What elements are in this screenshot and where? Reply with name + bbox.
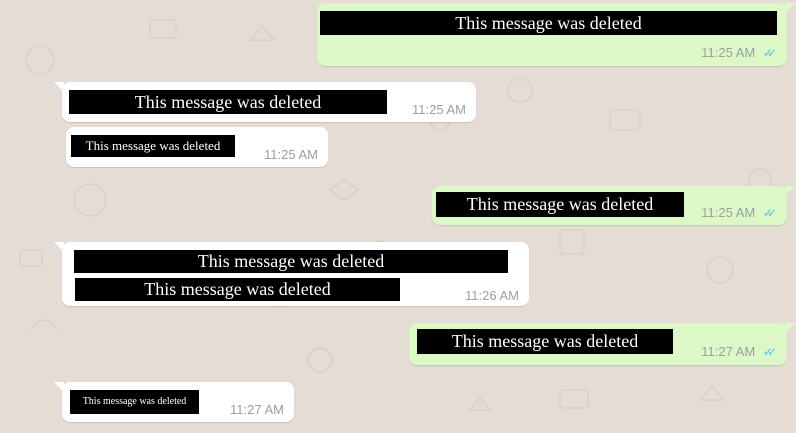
bubble-tail: [54, 82, 64, 92]
message-bubble-incoming[interactable]: This message was deleted 11:25 AM: [54, 82, 476, 122]
deleted-message-text: This message was deleted: [417, 329, 673, 354]
deleted-message-text: This message was deleted: [71, 135, 235, 157]
deleted-message-text: This message was deleted: [69, 90, 387, 114]
bubble-tail: [785, 186, 795, 196]
deleted-message-text: This message was deleted: [436, 192, 684, 217]
message-bubble-outgoing[interactable]: This message was deleted 11:25 AM ✓✓: [432, 186, 795, 225]
deleted-message-text: This message was deleted: [70, 390, 199, 414]
message-bubble-incoming[interactable]: This message was deleted This message wa…: [54, 242, 529, 306]
message-timestamp: 11:25 AM: [701, 205, 756, 220]
message-timestamp: 11:26 AM: [465, 288, 519, 303]
message-bubble-outgoing[interactable]: This message was deleted 11:27 AM ✓✓: [409, 323, 795, 365]
message-timestamp: 11:25 AM: [701, 45, 756, 60]
message-timestamp: 11:25 AM: [412, 102, 466, 117]
deleted-message-text: This message was deleted: [320, 11, 777, 35]
bubble-tail: [785, 323, 795, 333]
message-timestamp: 11:27 AM: [701, 344, 756, 359]
message-timestamp: 11:25 AM: [264, 147, 318, 162]
message-meta: 11:25 AM ✓✓: [701, 45, 777, 60]
double-check-icon: ✓✓: [762, 206, 777, 220]
deleted-message-text: This message was deleted: [74, 250, 508, 273]
bubble-tail: [54, 382, 64, 392]
message-timestamp: 11:27 AM: [230, 402, 284, 417]
message-bubble-outgoing[interactable]: This message was deleted 11:25 AM ✓✓: [317, 3, 795, 66]
message-meta: 11:27 AM ✓✓: [701, 344, 777, 359]
deleted-message-text: This message was deleted: [75, 278, 400, 301]
message-bubble-incoming[interactable]: This message was deleted 11:27 AM: [54, 382, 294, 422]
message-bubble-incoming[interactable]: This message was deleted 11:25 AM: [66, 127, 328, 167]
bubble-tail: [785, 3, 795, 13]
double-check-icon: ✓✓: [762, 345, 777, 359]
bubble-tail: [54, 242, 64, 252]
message-meta: 11:25 AM ✓✓: [701, 205, 777, 220]
double-check-icon: ✓✓: [762, 46, 777, 60]
